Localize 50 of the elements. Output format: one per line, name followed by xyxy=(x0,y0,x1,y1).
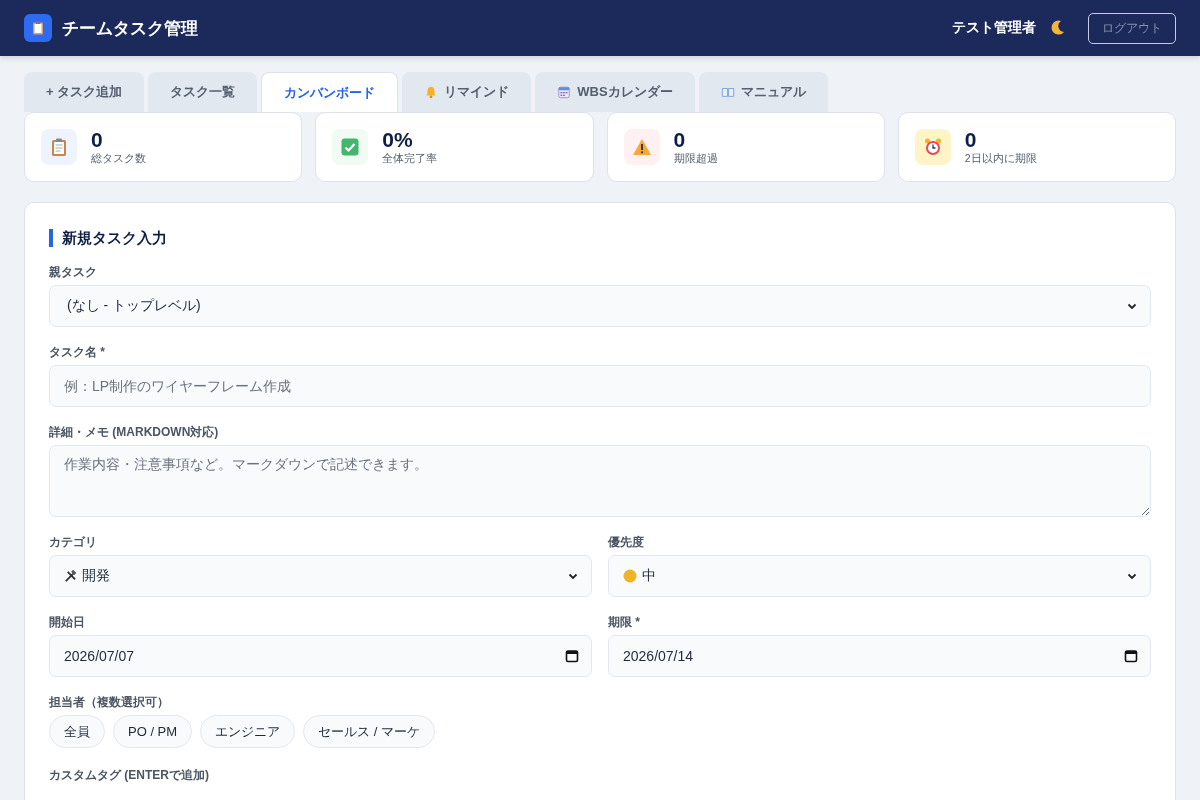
task-name-field[interactable]: 例：LP制作のワイヤーフレーム作成 xyxy=(49,365,1151,407)
stat-value: 0% xyxy=(382,128,414,152)
start-date-field[interactable]: 2026/07/07 xyxy=(49,635,592,677)
circle-icon xyxy=(623,569,637,583)
assignee-chip[interactable]: エンジニア xyxy=(200,715,296,748)
book-icon xyxy=(720,85,735,99)
calendar-icon xyxy=(1124,649,1138,663)
tab[interactable]: リマインド xyxy=(402,72,532,112)
tab[interactable]: マニュアル xyxy=(698,72,828,112)
priority-select[interactable]: 中 xyxy=(608,555,1151,597)
assignee-chip[interactable]: 全員 xyxy=(49,715,105,748)
stat-label: 2日以内に期限 xyxy=(964,151,1037,166)
clipboard-icon xyxy=(30,20,46,36)
calendar-icon xyxy=(565,649,579,663)
field-label: 担当者（複数選択可） xyxy=(49,695,170,709)
assignee-chip[interactable]: セールス / マーケ xyxy=(303,715,435,748)
logout-button[interactable]: ログアウト xyxy=(1088,12,1176,44)
calendar-icon xyxy=(557,85,572,99)
field-label: カスタムタグ (ENTERで追加) xyxy=(49,768,210,782)
field-label: 親タスク xyxy=(49,265,98,279)
stat-value: 0 xyxy=(673,128,687,152)
stat-label: 総タスク数 xyxy=(91,151,146,166)
tools-icon xyxy=(64,569,77,583)
checkbox-icon xyxy=(340,137,361,157)
tab[interactable]: WBSカレンダー xyxy=(535,72,695,112)
field-label: タスク名 * xyxy=(49,345,106,359)
stat-label: 期限超過 xyxy=(673,151,718,166)
assignee-chip[interactable]: PO / PM xyxy=(113,715,193,748)
user-name: テスト管理者 xyxy=(952,19,1036,37)
alarm-clock-icon xyxy=(922,137,943,157)
warning-icon xyxy=(631,137,652,157)
field-label: 開始日 xyxy=(49,615,86,629)
due-date-field[interactable]: 2026/07/14 xyxy=(608,635,1151,677)
bell-icon xyxy=(424,85,439,99)
field-label: カテゴリ xyxy=(49,535,98,549)
category-select[interactable]: 開発 xyxy=(49,555,592,597)
form-title: 新規タスク入力 xyxy=(49,229,1151,247)
field-label: 期限 * xyxy=(608,615,641,629)
tab[interactable]: + タスク追加 xyxy=(24,72,145,112)
stat-label: 全体完了率 xyxy=(382,151,438,166)
parent-task-select[interactable]: (なし - トップレベル) xyxy=(49,285,1151,327)
field-label: 優先度 xyxy=(608,535,645,549)
field-label: 詳細・メモ (MARKDOWN対応) xyxy=(49,425,220,439)
stat-value: 0 xyxy=(91,128,104,152)
tab[interactable]: カンバンボード xyxy=(261,72,399,112)
clipboard-icon xyxy=(49,137,69,157)
app-title: チームタスク管理 xyxy=(62,17,199,40)
memo-field[interactable]: 作業内容・注意事項など。マークダウンで記述できます。 xyxy=(49,445,1151,517)
tab[interactable]: タスク一覧 xyxy=(148,72,258,112)
stat-value: 0 xyxy=(964,128,978,152)
